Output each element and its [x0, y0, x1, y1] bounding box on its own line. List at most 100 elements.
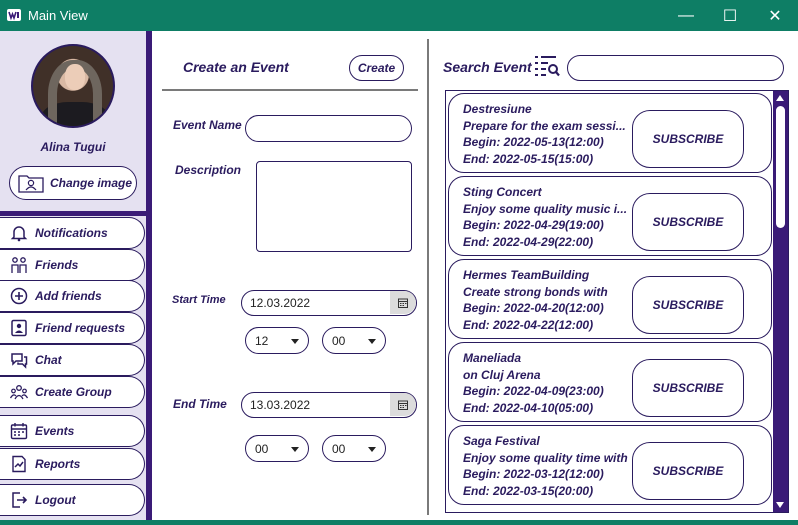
calendar-icon[interactable] [390, 291, 416, 314]
sidebar-item-label: Reports [35, 457, 81, 471]
start-minute-value: 00 [332, 333, 346, 348]
sidebar-item-label: Events [35, 424, 75, 438]
chevron-down-icon [368, 447, 376, 452]
change-image-button[interactable]: Change image [9, 166, 137, 200]
end-date-value: 13.03.2022 [250, 398, 311, 412]
app-logo-icon [7, 9, 21, 21]
sidebar-item-friend-requests[interactable]: Friend requests [0, 312, 145, 344]
event-name: Hermes TeamBuilding [463, 268, 590, 282]
subscribe-button[interactable]: SUBSCRIBE [632, 359, 744, 417]
event-description: Create strong bonds with [463, 284, 608, 299]
event-name: Saga Festival [463, 434, 540, 448]
sidebar-item-add-friends[interactable]: Add friends [0, 280, 145, 312]
chevron-down-icon [291, 339, 299, 344]
event-end: End: 2022-04-29(22:00) [463, 234, 594, 249]
chevron-down-icon [368, 339, 376, 344]
event-description: on Cluj Arena [463, 367, 541, 382]
chat-icon [11, 353, 28, 369]
create-event-title: Create an Event [183, 59, 289, 75]
event-card: Sting Concert Enjoy some quality music i… [448, 176, 772, 256]
chevron-down-icon [291, 447, 299, 452]
end-date-picker[interactable]: 13.03.2022 [241, 392, 417, 418]
calendar-icon [10, 423, 28, 440]
sidebar-item-events[interactable]: Events [0, 415, 145, 447]
end-time-label: End Time [173, 397, 227, 411]
description-input[interactable] [256, 161, 412, 252]
end-minute-value: 00 [332, 441, 346, 456]
maximize-button[interactable]: ☐ [707, 0, 753, 31]
panel-divider [427, 39, 429, 515]
scrollbar-thumb[interactable] [776, 106, 785, 228]
sidebar-item-label: Notifications [35, 226, 108, 240]
event-description: Enjoy some quality music i... [463, 201, 628, 216]
create-button[interactable]: Create [349, 55, 404, 81]
plus-circle-icon [10, 287, 28, 305]
sidebar-item-chat[interactable]: Chat [0, 344, 145, 376]
event-card: Saga Festival Enjoy some quality time wi… [448, 425, 772, 505]
event-list-scrollbar[interactable] [773, 91, 788, 512]
search-event-title: Search Event [443, 59, 532, 75]
sidebar-item-label: Friend requests [35, 321, 126, 335]
event-description: Prepare for the exam sessi... [463, 118, 626, 133]
sidebar-item-label: Add friends [35, 289, 102, 303]
user-name: Alina Tugui [40, 140, 106, 154]
event-begin: Begin: 2022-04-20(12:00) [463, 301, 604, 315]
event-card: Maneliada on Cluj Arena Begin: 2022-04-0… [448, 342, 772, 422]
event-description: Enjoy some quality time with [463, 450, 628, 465]
close-button[interactable]: ✕ [752, 0, 798, 31]
event-end: End: 2022-05-15(15:00) [463, 151, 594, 166]
bell-icon [10, 226, 28, 242]
description-label: Description [175, 163, 242, 177]
subscribe-button[interactable]: SUBSCRIBE [632, 110, 744, 168]
title-bar: Main View — ☐ ✕ [0, 0, 798, 31]
event-begin: Begin: 2022-03-12(12:00) [463, 467, 604, 481]
start-hour-select[interactable]: 12 [245, 327, 309, 354]
end-hour-value: 00 [255, 441, 269, 456]
event-name-label: Event Name [173, 118, 242, 132]
sidebar-item-label: Logout [35, 493, 76, 507]
sidebar-item-notifications[interactable]: Notifications [0, 217, 145, 249]
sidebar-item-label: Create Group [35, 385, 112, 399]
create-divider [162, 89, 418, 91]
event-begin: Begin: 2022-04-09(23:00) [463, 384, 604, 398]
subscribe-button[interactable]: SUBSCRIBE [632, 193, 744, 251]
scroll-down-icon[interactable] [776, 502, 784, 508]
event-list[interactable]: Destresiune Prepare for the exam sessi..… [445, 90, 789, 513]
event-name: Destresiune [463, 102, 532, 116]
sidebar-item-reports[interactable]: Reports [0, 448, 145, 480]
event-begin: Begin: 2022-05-13(12:00) [463, 135, 604, 149]
start-date-value: 12.03.2022 [250, 296, 311, 310]
scroll-up-icon[interactable] [776, 95, 784, 101]
request-icon [11, 319, 27, 337]
report-icon [12, 455, 26, 473]
start-time-label: Start Time [172, 294, 226, 306]
sidebar-item-friends[interactable]: Friends [0, 249, 145, 281]
event-name: Maneliada [463, 351, 522, 365]
sidebar-item-label: Friends [35, 258, 79, 272]
event-begin: Begin: 2022-04-29(19:00) [463, 218, 604, 232]
sidebar-item-label: Chat [35, 353, 62, 367]
sidebar-item-create-group[interactable]: Create Group [0, 376, 145, 408]
event-name-input[interactable] [245, 115, 412, 142]
start-date-picker[interactable]: 12.03.2022 [241, 290, 417, 316]
search-input[interactable] [567, 55, 784, 81]
subscribe-button[interactable]: SUBSCRIBE [632, 276, 744, 334]
end-minute-select[interactable]: 00 [322, 435, 386, 462]
folder-user-icon [18, 175, 44, 193]
sidebar-item-logout[interactable]: Logout [0, 484, 145, 516]
start-hour-value: 12 [255, 333, 269, 348]
event-card: Destresiune Prepare for the exam sessi..… [448, 93, 772, 173]
change-image-label: Change image [50, 176, 133, 190]
window-bottom-border [0, 520, 798, 525]
avatar [31, 44, 115, 128]
end-hour-select[interactable]: 00 [245, 435, 309, 462]
event-end: End: 2022-04-22(12:00) [463, 317, 594, 332]
sidebar-divider [0, 211, 146, 216]
minimize-button[interactable]: — [663, 0, 709, 31]
search-list-icon[interactable] [534, 54, 560, 78]
calendar-icon[interactable] [390, 393, 416, 416]
logout-icon [12, 492, 28, 508]
subscribe-button[interactable]: SUBSCRIBE [632, 442, 744, 500]
friends-icon [11, 257, 27, 273]
start-minute-select[interactable]: 00 [322, 327, 386, 354]
